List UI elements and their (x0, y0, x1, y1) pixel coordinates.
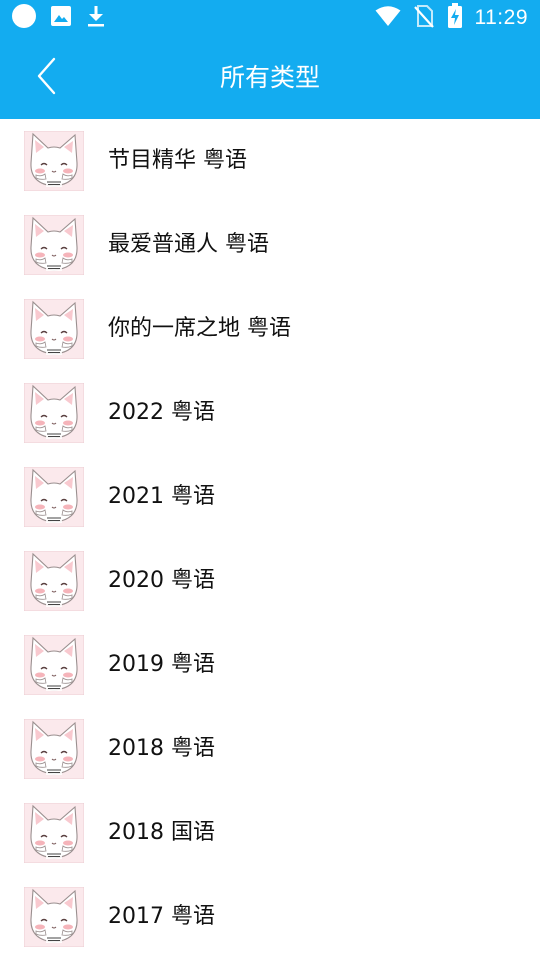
circle-icon (12, 4, 36, 32)
cat-avatar-thumbnail (24, 803, 84, 863)
image-icon (50, 5, 72, 31)
app-bar: 所有类型 (0, 36, 540, 119)
cat-avatar-thumbnail (24, 215, 84, 275)
cat-avatar-thumbnail (24, 383, 84, 443)
list-item-label: 2022 粤语 (108, 400, 215, 425)
list-item[interactable]: 2020 粤语 (0, 539, 540, 623)
chevron-left-icon (34, 56, 58, 100)
cat-avatar-thumbnail (24, 551, 84, 611)
list-item[interactable]: 2018 国语 (0, 791, 540, 875)
cat-avatar-thumbnail (24, 635, 84, 695)
list-item-label: 2020 粤语 (108, 568, 215, 593)
cat-avatar-thumbnail (24, 467, 84, 527)
list-item-label: 2019 粤语 (108, 652, 215, 677)
cat-avatar-thumbnail (24, 131, 84, 191)
list-item[interactable]: 2019 粤语 (0, 623, 540, 707)
list-item-label: 你的一席之地 粤语 (108, 316, 291, 341)
page-title: 所有类型 (219, 63, 320, 92)
battery-charging-icon (447, 3, 463, 33)
list-item[interactable]: 节目精华 粤语 (0, 119, 540, 203)
category-list: 节目精华 粤语 最爱普通人 粤语 你的一席之地 粤语 2022 粤语 2021 … (0, 119, 540, 960)
cat-avatar-thumbnail (24, 299, 84, 359)
wifi-icon (375, 5, 401, 31)
list-item[interactable]: 2021 粤语 (0, 455, 540, 539)
status-bar-right: 11:29 (363, 0, 529, 36)
list-item-label: 2018 粤语 (108, 736, 215, 761)
list-item-label: 节目精华 粤语 (108, 148, 247, 173)
cat-avatar-thumbnail (24, 719, 84, 779)
cat-avatar-thumbnail (24, 887, 84, 947)
list-item-label: 2018 国语 (108, 820, 215, 845)
back-button[interactable] (22, 54, 70, 102)
list-item[interactable]: 你的一席之地 粤语 (0, 287, 540, 371)
list-item[interactable]: 2017 粤语 (0, 875, 540, 959)
status-time: 11:29 (474, 6, 528, 29)
list-item-label: 最爱普通人 粤语 (108, 232, 269, 257)
list-item[interactable]: 2018 粤语 (0, 707, 540, 791)
status-bar-left (12, 0, 120, 36)
list-item-label: 2021 粤语 (108, 484, 215, 509)
status-bar: 11:29 (0, 0, 540, 36)
list-item-label: 2017 粤语 (108, 904, 215, 929)
list-item[interactable]: 2022 粤语 (0, 371, 540, 455)
no-sim-icon (413, 4, 435, 32)
list-item[interactable]: 最爱普通人 粤语 (0, 203, 540, 287)
download-icon (86, 4, 106, 32)
